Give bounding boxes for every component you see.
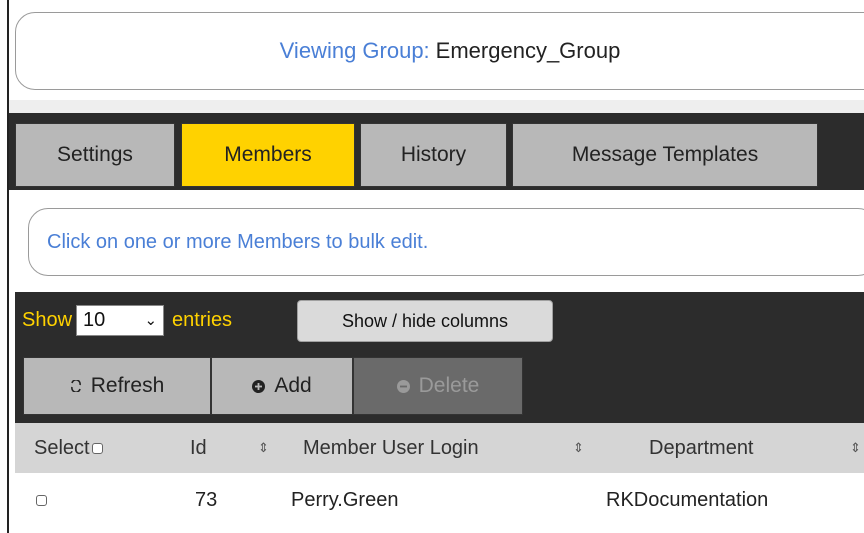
column-id-label: Id bbox=[190, 436, 207, 459]
refresh-label: Refresh bbox=[90, 374, 165, 397]
entries-select[interactable]: 10 ⌄ bbox=[76, 304, 165, 336]
column-id[interactable]: Id bbox=[190, 423, 207, 473]
select-all-checkbox[interactable] bbox=[91, 442, 103, 454]
show-label: Show bbox=[22, 308, 73, 331]
tab-history[interactable]: History bbox=[360, 123, 507, 187]
column-member-user-login[interactable]: Member User Login bbox=[303, 423, 479, 473]
refresh-button[interactable]: Refresh bbox=[23, 357, 211, 415]
group-header-label: Viewing Group: bbox=[279, 38, 430, 63]
table-row[interactable]: 73 Perry.Green RKDocumentation bbox=[15, 473, 864, 528]
column-select: Select bbox=[34, 423, 103, 473]
column-select-label: Select bbox=[34, 436, 90, 459]
show-hide-columns-button[interactable]: Show / hide columns bbox=[297, 300, 553, 342]
add-label: Add bbox=[274, 374, 312, 397]
delete-button[interactable]: Delete bbox=[353, 357, 523, 415]
info-message-text: Click on one or more Members to bulk edi… bbox=[47, 230, 429, 253]
minus-circle-icon bbox=[396, 379, 410, 393]
show-hide-columns-label: Show / hide columns bbox=[341, 310, 509, 331]
row-login: Perry.Green bbox=[291, 489, 399, 511]
column-login-label: Member User Login bbox=[303, 436, 479, 459]
row-select-cell bbox=[36, 473, 47, 528]
delete-label: Delete bbox=[418, 374, 480, 397]
sort-icon[interactable]: ⇕ bbox=[573, 423, 584, 473]
column-department[interactable]: Department bbox=[649, 423, 754, 473]
chevron-down-icon: ⌄ bbox=[144, 312, 158, 329]
add-button[interactable]: Add bbox=[211, 357, 353, 415]
row-department: RKDocumentation bbox=[606, 489, 769, 511]
header-separator bbox=[9, 100, 864, 114]
row-id: 73 bbox=[195, 489, 218, 511]
plus-circle-icon bbox=[252, 379, 266, 393]
length-control: Show 10 ⌄ entries bbox=[22, 300, 232, 340]
table-header: Select Id ⇕ Member User Login ⇕ Departme… bbox=[15, 423, 864, 473]
sort-icon[interactable]: ⇕ bbox=[850, 423, 861, 473]
sort-icon[interactable]: ⇕ bbox=[258, 423, 269, 473]
group-header: Viewing Group: Emergency_Group bbox=[15, 12, 864, 90]
tab-settings[interactable]: Settings bbox=[15, 123, 175, 187]
tab-message-templates[interactable]: Message Templates bbox=[512, 123, 818, 187]
refresh-icon bbox=[70, 380, 82, 392]
left-border bbox=[7, 0, 9, 533]
entries-select-value: 10 bbox=[83, 308, 106, 331]
info-message: Click on one or more Members to bulk edi… bbox=[28, 208, 864, 276]
column-department-label: Department bbox=[649, 436, 754, 459]
entries-label: entries bbox=[172, 308, 233, 331]
group-name: Emergency_Group bbox=[435, 38, 621, 63]
row-checkbox[interactable] bbox=[36, 495, 47, 506]
table-toolbar: Show 10 ⌄ entries Show / hide columns Re… bbox=[15, 292, 864, 423]
tab-members[interactable]: Members bbox=[181, 123, 355, 187]
tab-bar: Settings Members History Message Templat… bbox=[9, 113, 864, 190]
